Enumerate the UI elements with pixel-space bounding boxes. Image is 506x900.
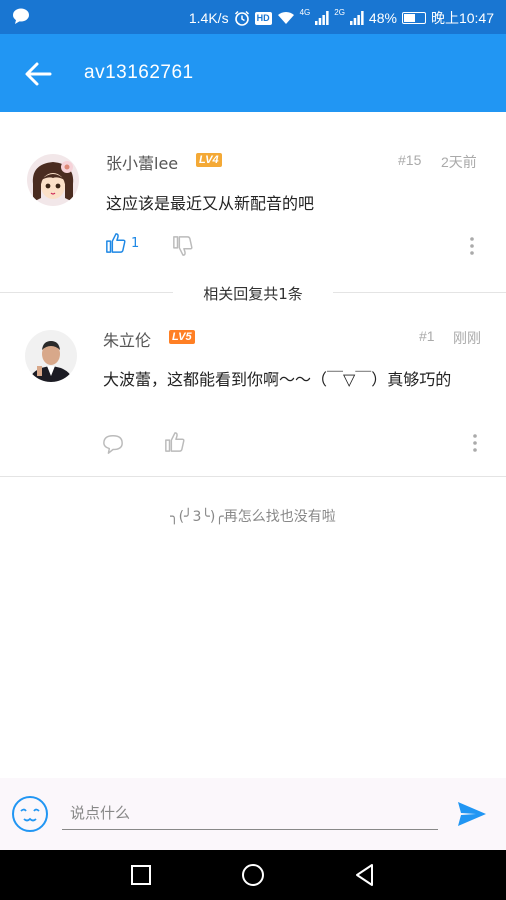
avatar[interactable] — [27, 154, 79, 206]
reply-time: 刚刚 — [453, 330, 481, 346]
signal-icon-2 — [349, 11, 364, 25]
like-count: 1 — [131, 236, 140, 251]
wifi-icon — [277, 11, 294, 24]
emoji-face-icon[interactable] — [11, 795, 49, 833]
reply-bubble-icon[interactable] — [102, 433, 124, 455]
thumbs-down-icon[interactable] — [172, 235, 194, 257]
app-bar: av13162761 — [0, 34, 506, 112]
user-avatar-image — [27, 154, 79, 206]
level-badge: LV4 — [196, 153, 222, 167]
thumbs-up-icon[interactable] — [164, 431, 186, 453]
more-options-icon[interactable] — [472, 433, 478, 453]
no-more-content-text: ╮(╯3╰)╭再怎么找也没有啦 — [170, 509, 336, 525]
list-end-divider — [0, 476, 506, 477]
floor-number: #15 — [398, 152, 422, 168]
status-bar: 1.4K/s HD 4G 2G 48% 晚上10:47 — [0, 0, 506, 34]
reply-comment: 朱立伦 LV5 #1 刚刚 大波蕾，这都能看到你啊～～（￣▽￣）真够巧的 — [0, 302, 506, 476]
level-badge: LV5 — [169, 330, 195, 344]
replies-section-title: 相关回复共1条 — [0, 283, 506, 304]
message-bubble-icon — [13, 8, 29, 24]
more-options-icon[interactable] — [469, 236, 475, 256]
back-arrow-icon[interactable] — [22, 58, 54, 90]
send-icon[interactable] — [456, 798, 488, 830]
network-type-1: 4G — [299, 8, 311, 17]
reply-text: 大波蕾，这都能看到你啊～～（￣▽￣）真够巧的 — [103, 370, 452, 389]
comment-time: 2天前 — [441, 154, 477, 170]
main-comment: 张小蕾lee LV4 #15 2天前 这应该是最近又从新配音的吧 1 — [0, 112, 506, 282]
network-type-2: 2G — [334, 8, 345, 17]
comment-input-bar: 说点什么 — [0, 778, 506, 850]
comment-text: 这应该是最近又从新配音的吧 — [106, 194, 315, 213]
network-speed: 1.4K/s — [188, 10, 229, 26]
battery-percent: 48% — [368, 10, 397, 26]
clock: 晚上10:47 — [430, 10, 494, 26]
signal-icon — [315, 11, 329, 25]
reply-username[interactable]: 朱立伦 — [103, 327, 151, 351]
comment-input[interactable]: 说点什么 — [62, 796, 438, 830]
comment-username[interactable]: 张小蕾lee — [106, 150, 178, 174]
alarm-icon — [234, 10, 249, 26]
thumbs-up-icon[interactable] — [105, 232, 127, 254]
home-icon[interactable] — [240, 862, 266, 888]
battery-icon — [401, 12, 426, 24]
floor-number: #1 — [419, 328, 435, 344]
avatar[interactable] — [25, 330, 77, 382]
page-title: av13162761 — [84, 62, 194, 83]
user-avatar-image — [25, 330, 77, 382]
hd-badge: HD — [254, 11, 272, 25]
recent-apps-icon[interactable] — [128, 862, 154, 888]
system-nav-bar — [0, 850, 506, 900]
nav-back-icon[interactable] — [352, 862, 378, 888]
